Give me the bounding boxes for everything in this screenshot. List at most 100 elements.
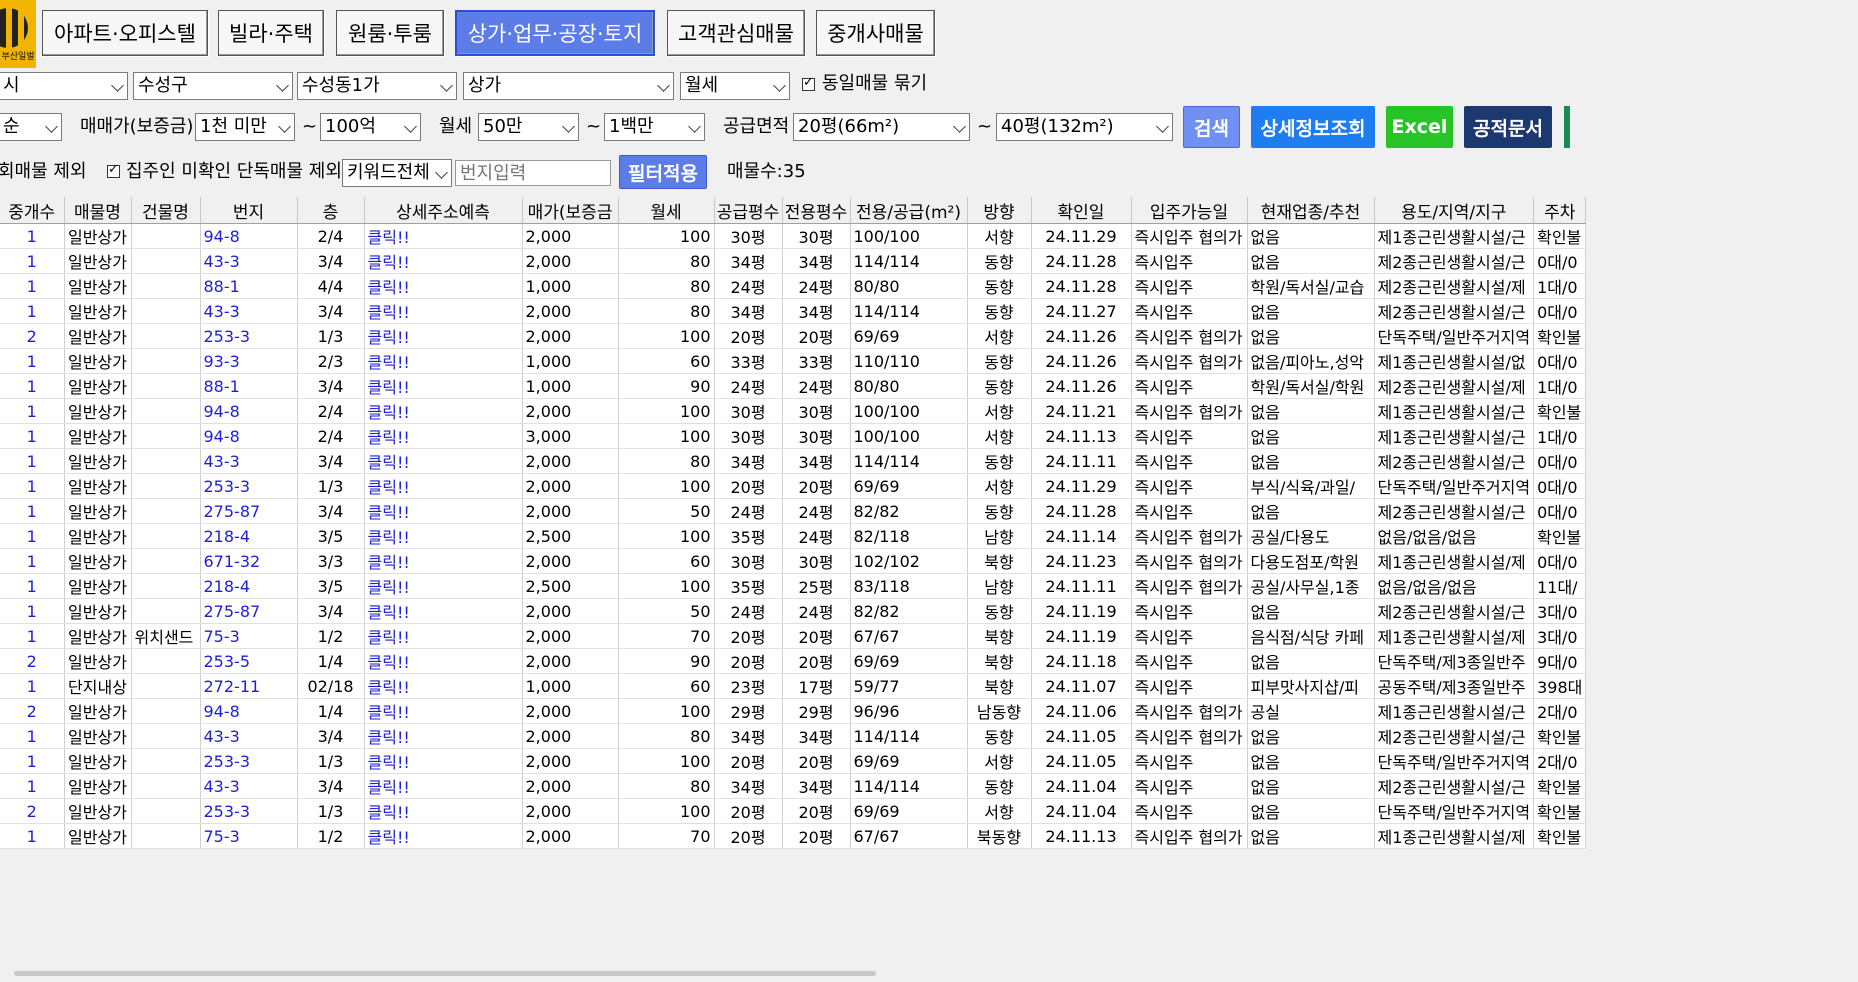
- tab-commercial[interactable]: 상가·업무·공장·토지: [455, 10, 655, 56]
- tab-villa[interactable]: 빌라·주택: [218, 10, 324, 56]
- cell-address-hint[interactable]: 클릭!!: [364, 823, 523, 849]
- cell-address-hint[interactable]: 클릭!!: [364, 723, 523, 749]
- apply-filter-button[interactable]: 필터적용: [619, 155, 707, 189]
- district-select[interactable]: 수성구: [133, 72, 293, 100]
- cell-address-hint[interactable]: 클릭!!: [364, 623, 523, 649]
- table-row[interactable]: 1 일반상가 43-3 3/4 클릭!! 2,000 80 34평 34평 114/114 동향 24…: [0, 448, 1587, 474]
- keyword-select[interactable]: 키워드전체: [342, 159, 452, 187]
- cell-address-hint[interactable]: 클릭!!: [364, 323, 523, 349]
- cell-address-hint[interactable]: 클릭!!: [364, 348, 523, 374]
- table-row[interactable]: 1 일반상가 94-8 2/4 클릭!! 2,000 100 30평 30평 100/100 서향 2…: [0, 223, 1587, 249]
- property-type-select[interactable]: 상가: [463, 72, 674, 100]
- column-header[interactable]: 방향: [967, 197, 1032, 224]
- cell-address-hint[interactable]: 클릭!!: [364, 773, 523, 799]
- table-row[interactable]: 1 일반상가 275-87 3/4 클릭!! 2,000 50 24평 24평 82/82 동향 24…: [0, 598, 1587, 624]
- rent-min-select[interactable]: 50만: [478, 113, 579, 141]
- tab-oneroom[interactable]: 원룸·투룸: [336, 10, 444, 56]
- table-row[interactable]: 1 일반상가 88-1 4/4 클릭!! 1,000 80 24평 24평 80/80 동향 24.1…: [0, 273, 1587, 299]
- table-row[interactable]: 1 일반상가 75-3 1/2 클릭!! 2,000 70 20평 20평 67/67 북동향 24.…: [0, 823, 1587, 849]
- cell-address-hint[interactable]: 클릭!!: [364, 673, 523, 699]
- cell-address-hint[interactable]: 클릭!!: [364, 648, 523, 674]
- table-row[interactable]: 1 일반상가 43-3 3/4 클릭!! 2,000 80 34평 34평 114/114 동향 24…: [0, 248, 1587, 274]
- dong-select[interactable]: 수성동1가: [297, 72, 457, 100]
- table-row[interactable]: 1 일반상가 218-4 3/5 클릭!! 2,500 100 35평 25평 83/118 남향 2…: [0, 573, 1587, 599]
- area-min-select[interactable]: 20평(66m²): [793, 113, 970, 141]
- area-max-select[interactable]: 40평(132m²): [996, 113, 1173, 141]
- deal-type-select[interactable]: 월세: [680, 72, 790, 100]
- column-header[interactable]: 전용평수: [782, 197, 851, 224]
- table-row[interactable]: 1 일반상가 218-4 3/5 클릭!! 2,500 100 35평 24평 82/118 남향 2…: [0, 523, 1587, 549]
- cell-address-hint[interactable]: 클릭!!: [364, 473, 523, 499]
- tab-apartment[interactable]: 아파트·오피스텔: [42, 10, 208, 56]
- cell-address-hint[interactable]: 클릭!!: [364, 573, 523, 599]
- column-header[interactable]: 입주가능일: [1131, 197, 1248, 224]
- table-row[interactable]: 1 일반상가 위치샌드 75-3 1/2 클릭!! 2,000 70 20평 20평 67/67 북향…: [0, 623, 1587, 649]
- table-row[interactable]: 2 일반상가 94-8 1/4 클릭!! 2,000 100 29평 29평 96/96 남동향 24…: [0, 698, 1587, 724]
- table-row[interactable]: 1 일반상가 253-3 1/3 클릭!! 2,000 100 20평 20평 69/69 서향 24…: [0, 748, 1587, 774]
- column-header[interactable]: 공급평수: [714, 197, 783, 224]
- address-input[interactable]: [455, 160, 611, 186]
- column-header[interactable]: 건물명: [131, 197, 201, 224]
- column-header[interactable]: 중개수: [0, 197, 65, 224]
- column-header[interactable]: 층: [297, 197, 365, 224]
- price-max-select[interactable]: 100억: [320, 113, 421, 141]
- rent-max-select[interactable]: 1백만: [604, 113, 705, 141]
- column-header[interactable]: 현재업종/추천: [1247, 197, 1375, 224]
- cell-address-hint[interactable]: 클릭!!: [364, 448, 523, 474]
- table-row[interactable]: 2 일반상가 253-3 1/3 클릭!! 2,000 100 20평 20평 69/69 서향 24…: [0, 798, 1587, 824]
- table-row[interactable]: 1 일반상가 671-32 3/3 클릭!! 2,000 60 30평 30평 102/102 북향…: [0, 548, 1587, 574]
- cell-address-hint[interactable]: 클릭!!: [364, 298, 523, 324]
- cell-address-hint[interactable]: 클릭!!: [364, 423, 523, 449]
- public-document-button[interactable]: 공적문서: [1464, 106, 1552, 148]
- cell-address-hint[interactable]: 클릭!!: [364, 523, 523, 549]
- table-row[interactable]: 1 일반상가 94-8 2/4 클릭!! 3,000 100 30평 30평 100/100 서향 2…: [0, 423, 1587, 449]
- cell-address-hint[interactable]: 클릭!!: [364, 748, 523, 774]
- cell-address-hint[interactable]: 클릭!!: [364, 598, 523, 624]
- tab-agent-listings[interactable]: 중개사매물: [816, 10, 935, 56]
- column-header[interactable]: 매물명: [64, 197, 132, 224]
- column-header[interactable]: 상세주소예측: [364, 197, 523, 224]
- extra-button-edge[interactable]: [1564, 106, 1570, 148]
- cell-address-hint[interactable]: 클릭!!: [364, 398, 523, 424]
- column-header[interactable]: 월세: [618, 197, 715, 224]
- excel-button[interactable]: Excel: [1386, 106, 1453, 148]
- table-row[interactable]: 2 일반상가 253-5 1/4 클릭!! 2,000 90 20평 20평 69/69 북향 24.…: [0, 648, 1587, 674]
- table-row[interactable]: 1 일반상가 43-3 3/4 클릭!! 2,000 80 34평 34평 114/114 동향 24…: [0, 723, 1587, 749]
- table-row[interactable]: 1 일반상가 43-3 3/4 클릭!! 2,000 80 34평 34평 114/114 동향 24…: [0, 773, 1587, 799]
- cell-address-hint[interactable]: 클릭!!: [364, 498, 523, 524]
- price-min-select[interactable]: 1천 미만: [195, 113, 295, 141]
- detail-view-button[interactable]: 상세정보조회: [1251, 106, 1375, 148]
- cell-address-hint[interactable]: 클릭!!: [364, 248, 523, 274]
- exclude-owner-checkbox[interactable]: [107, 162, 120, 178]
- cell-address-hint[interactable]: 클릭!!: [364, 223, 523, 249]
- search-button[interactable]: 검색: [1183, 106, 1240, 148]
- city-select[interactable]: 시: [0, 72, 128, 100]
- table-row[interactable]: 1 일반상가 88-1 3/4 클릭!! 1,000 90 24평 24평 80/80 동향 24.1…: [0, 373, 1587, 399]
- column-header[interactable]: 전용/공급(m²): [850, 197, 968, 224]
- cell-address-hint[interactable]: 클릭!!: [364, 698, 523, 724]
- table-row[interactable]: 1 일반상가 275-87 3/4 클릭!! 2,000 50 24평 24평 82/82 동향 24…: [0, 498, 1587, 524]
- table-row[interactable]: 1 단지내상 272-11 02/18 클릭!! 1,000 60 23평 17평 59/77 북향…: [0, 673, 1587, 699]
- cell-supply-area: 23평: [714, 673, 783, 699]
- column-header[interactable]: 용도/지역/지구: [1374, 197, 1535, 224]
- table-row[interactable]: 1 일반상가 94-8 2/4 클릭!! 2,000 100 30평 30평 100/100 서향 2…: [0, 398, 1587, 424]
- table-row[interactable]: 1 일반상가 253-3 1/3 클릭!! 2,000 100 20평 20평 69/69 서향 24…: [0, 473, 1587, 499]
- column-header[interactable]: 매가(보증금: [522, 197, 619, 224]
- sort-select[interactable]: 순: [0, 113, 62, 141]
- cell-address-hint[interactable]: 클릭!!: [364, 548, 523, 574]
- cell-address-hint[interactable]: 클릭!!: [364, 273, 523, 299]
- cell-confirm-date: 24.11.13: [1031, 423, 1132, 449]
- column-header[interactable]: 확인일: [1031, 197, 1132, 224]
- table-row[interactable]: 2 일반상가 253-3 1/3 클릭!! 2,000 100 20평 20평 69/69 서향 24…: [0, 323, 1587, 349]
- group-same-checkbox[interactable]: [802, 75, 815, 91]
- cell-lot-number: 253-3: [200, 798, 298, 824]
- table-row[interactable]: 1 일반상가 93-3 2/3 클릭!! 1,000 60 33평 33평 110/110 동향 24…: [0, 348, 1587, 374]
- table-row[interactable]: 1 일반상가 43-3 3/4 클릭!! 2,000 80 34평 34평 114/114 동향 24…: [0, 298, 1587, 324]
- scrollbar-thumb[interactable]: [14, 971, 876, 976]
- cell-address-hint[interactable]: 클릭!!: [364, 373, 523, 399]
- horizontal-scrollbar[interactable]: [0, 966, 1858, 982]
- tab-customer-interest[interactable]: 고객관심매물: [667, 10, 805, 56]
- column-header[interactable]: 주차: [1533, 197, 1587, 224]
- column-header[interactable]: 번지: [200, 197, 298, 224]
- cell-address-hint[interactable]: 클릭!!: [364, 798, 523, 824]
